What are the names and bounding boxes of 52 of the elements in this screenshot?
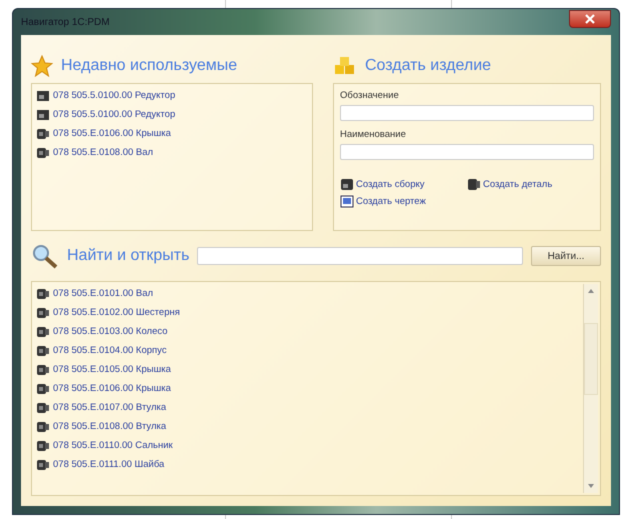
recent-item[interactable]: 078 505.5.0100.00 Редуктор [36,86,308,105]
result-item[interactable]: 078 505.Е.0107.00 Втулка [36,398,583,417]
part-icon [36,420,50,432]
field-label: Обозначение [340,90,400,101]
result-item[interactable]: 078 505.Е.0102.00 Шестерня [36,303,583,322]
result-item[interactable]: 078 505.Е.0108.00 Втулка [36,417,583,436]
part-icon [36,364,50,376]
part-icon [36,440,50,452]
field-label: Наименование [340,129,407,140]
part-icon [36,128,50,140]
result-item[interactable]: 078 505.Е.0110.00 Сальник [36,436,583,455]
cubes-icon [333,55,357,77]
close-button[interactable] [569,10,611,28]
find-button[interactable]: Найти... [531,246,601,266]
result-item[interactable]: 078 505.Е.0101.00 Вал [36,284,583,303]
part-icon [36,326,50,338]
search-icon [31,243,59,269]
input-field[interactable] [340,105,594,121]
search-heading: Найти и открыть [67,247,190,265]
scroll-down-icon[interactable] [587,483,595,489]
scroll-up-icon[interactable] [587,288,595,294]
part-icon [467,178,481,191]
assembly-icon [340,178,354,191]
create-link[interactable]: Создать чертеж [340,195,467,208]
result-item[interactable]: 078 505.Е.0105.00 Крышка [36,360,583,379]
drawing-icon [340,195,354,208]
create-link[interactable]: Создать деталь [467,178,594,191]
result-item[interactable]: 078 505.Е.0106.00 Крышка [36,379,583,398]
recent-item[interactable]: 078 505.Е.0106.00 Крышка [36,124,308,143]
part-icon [36,382,50,394]
part-icon [36,402,50,414]
part-icon [36,306,50,318]
assembly-icon [36,108,50,120]
star-icon [31,55,53,77]
search-field[interactable] [197,247,523,265]
recent-heading: Недавно используемые [61,57,238,75]
close-icon [584,14,596,24]
part-icon [36,146,50,158]
window-title: Навигатор 1С:PDM [21,16,110,28]
recent-item[interactable]: 078 505.Е.0108.00 Вал [36,143,308,162]
part-icon [36,458,50,470]
result-item[interactable]: 078 505.Е.0111.00 Шайба [36,455,583,474]
result-item[interactable]: 078 505.Е.0104.00 Корпус [36,341,583,360]
create-heading: Создать изделие [365,57,492,75]
create-link[interactable]: Создать сборку [340,178,467,191]
input-field[interactable] [340,144,594,160]
part-icon [36,344,50,356]
result-item[interactable]: 078 505.Е.0103.00 Колесо [36,322,583,341]
recent-item[interactable]: 078 505.5.0100.00 Редуктор [36,105,308,124]
assembly-icon [36,90,50,102]
part-icon [36,288,50,300]
scrollbar[interactable] [583,284,598,493]
